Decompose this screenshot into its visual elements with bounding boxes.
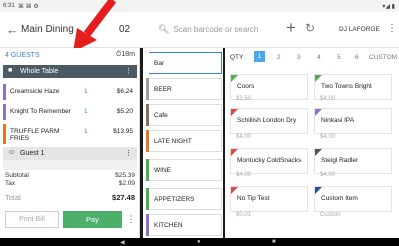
menu-item-price: $4.00 <box>236 134 252 140</box>
category-bar[interactable]: Bar <box>146 52 222 74</box>
qty-option[interactable]: 2 <box>277 54 281 61</box>
menu-item-tile[interactable]: Montucky ColdSnacks <box>230 148 308 174</box>
menu-item-price: Custom <box>320 212 341 218</box>
status-right-icons: ▾◢ ▮ <box>382 4 395 10</box>
menu-item-tile[interactable]: No Tip Test <box>230 186 308 212</box>
more-actions-icon[interactable]: ⋮ <box>126 211 136 228</box>
quantity-selector: QTY 1 2 3 4 5 6 CUSTOM <box>225 48 399 66</box>
guest-1-header[interactable]: ☺ Guest 1 ⋮ <box>3 147 137 160</box>
order-line-item[interactable]: Creamsicle Haze 1 $6.24 <box>3 84 137 100</box>
menu-item-price: $3.50 <box>236 96 252 102</box>
user-name[interactable]: DJ LAFORGE <box>339 26 380 33</box>
order-line-item[interactable]: TRUFFLE PARM FRIES 1 $13.95 <box>3 124 137 144</box>
search-icon: 🔍︎ <box>158 24 170 34</box>
guests-count[interactable]: 4 GUESTS <box>5 52 40 59</box>
status-time: 6:31 <box>3 3 15 9</box>
menu-item-tile[interactable]: Steigl Radler <box>314 148 392 174</box>
search-input[interactable]: 🔍︎ Scan barcode or search <box>158 24 258 35</box>
header: ← Main Dining 02 🔍︎ Scan barcode or searc… <box>0 12 399 48</box>
qty-option[interactable]: 4 <box>317 54 321 61</box>
refresh-icon[interactable]: ↻ <box>305 21 315 35</box>
category-late-night[interactable]: LATE NIGHT <box>146 130 222 152</box>
whole-table-menu-icon[interactable]: ⋮ <box>125 67 132 75</box>
menu-item-tile[interactable]: Ninkasi IPA <box>314 108 392 134</box>
qty-label: QTY <box>230 54 244 61</box>
menu-item-price: $0.01 <box>236 212 252 218</box>
qty-custom[interactable]: CUSTOM <box>369 54 397 61</box>
menu-item-tile[interactable]: Custom Item <box>314 186 392 212</box>
category-beer[interactable]: BEER <box>146 78 222 100</box>
guests-row: 4 GUESTS ⏱︎18m <box>0 48 140 63</box>
status-left-icons: ⌘ ⌘ ⚙ <box>18 4 39 10</box>
more-options-icon[interactable]: ⋮ <box>387 23 397 34</box>
category-appetizers[interactable]: APPETIZERS <box>146 188 222 210</box>
back-arrow-icon[interactable]: ← <box>6 22 19 37</box>
guest-label: Guest 1 <box>20 150 45 157</box>
status-bar: 6:31 ⌘ ⌘ ⚙ ▾◢ ▮ <box>0 0 399 12</box>
nav-recents-icon[interactable]: ■ <box>272 239 276 245</box>
pay-button[interactable]: Pay <box>63 211 122 228</box>
tax-row: Tax $2.09 <box>5 180 135 187</box>
person-icon: ☺ <box>8 149 16 156</box>
qty-option[interactable]: 6 <box>355 54 359 61</box>
whole-table-header[interactable]: ■ Whole Table ⋮ <box>3 65 137 78</box>
menu-item-price: $4.00 <box>320 172 336 178</box>
menu-item-tile[interactable]: Schillish London Dry <box>230 108 308 134</box>
add-icon[interactable]: + <box>286 18 296 38</box>
qty-option[interactable]: 3 <box>297 54 301 61</box>
category-cafe[interactable]: Cafe <box>146 104 222 126</box>
qty-option[interactable]: 5 <box>337 54 341 61</box>
category-wine[interactable]: WINE <box>146 159 222 181</box>
menu-item-price: $4.00 <box>320 96 336 102</box>
table-number: 02 <box>119 24 131 35</box>
guest-1-items <box>3 160 137 170</box>
category-list: Bar BEER Cafe LATE NIGHT WINE APPETIZERS… <box>143 48 223 238</box>
page-title: Main Dining 02 <box>21 24 130 35</box>
print-bill-button[interactable]: Print Bill <box>5 211 59 228</box>
nav-back-icon[interactable]: ◀ <box>120 239 125 246</box>
system-nav-bar: ◀ ● ■ <box>0 238 399 246</box>
search-placeholder: Scan barcode or search <box>173 25 259 34</box>
total-row: Total $27.48 <box>5 193 135 202</box>
category-kitchen[interactable]: KITCHEN <box>146 214 222 236</box>
menu-item-price: $4.00 <box>320 134 336 140</box>
guest-menu-icon[interactable]: ⋮ <box>125 149 132 157</box>
menu-item-price: $4.00 <box>236 172 252 178</box>
order-line-item[interactable]: Knight To Remember 1 $5.20 <box>3 104 137 120</box>
table-name: Main Dining <box>21 24 74 35</box>
subtotal-row: Subtotal $25.39 <box>5 172 135 179</box>
nav-home-icon[interactable]: ● <box>197 239 201 245</box>
order-panel: 4 GUESTS ⏱︎18m ■ Whole Table ⋮ Creamsicl… <box>0 48 140 238</box>
menu-item-grid: QTY 1 2 3 4 5 6 CUSTOM Coors $3.50 Two T… <box>225 48 399 238</box>
whole-table-label: Whole Table <box>20 68 59 75</box>
qty-option[interactable]: 1 <box>254 51 265 62</box>
table-icon: ■ <box>8 67 13 74</box>
order-timer: ⏱︎18m <box>115 51 135 58</box>
